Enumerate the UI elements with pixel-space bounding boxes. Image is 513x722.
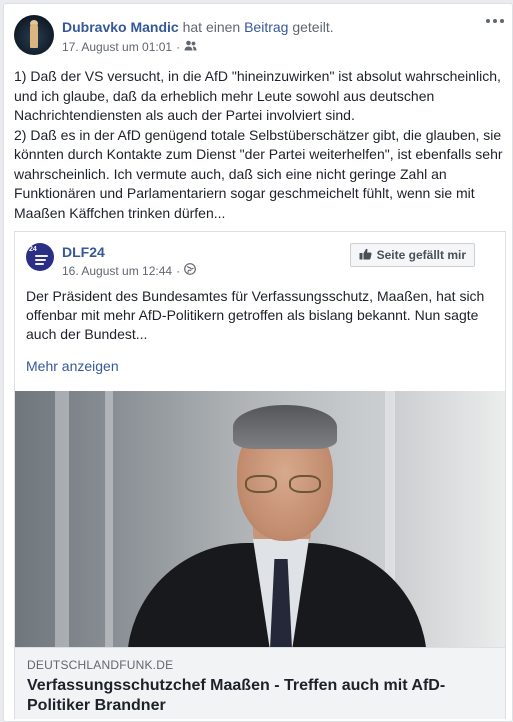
page-avatar[interactable]: 24 — [26, 243, 54, 271]
action-link[interactable]: Beitrag — [244, 19, 288, 35]
link-headline[interactable]: Verfassungsschutzchef Maaßen - Treffen a… — [27, 676, 447, 716]
link-preview[interactable]: DEUTSCHLANDFUNK.DE Verfassungsschutzchef… — [15, 647, 505, 719]
post-text: 1) Daß der VS versucht, in die AfD "hine… — [14, 67, 508, 223]
more-options-icon[interactable] — [484, 13, 506, 29]
post-meta: 17. August um 01:01 · — [62, 40, 197, 54]
post-paragraph-1: 1) Daß der VS versucht, in die AfD "hine… — [14, 68, 501, 123]
see-more-link[interactable]: Mehr anzeigen — [26, 358, 119, 374]
shared-meta: 16. August um 12:44 · — [62, 263, 196, 278]
link-domain: DEUTSCHLANDFUNK.DE — [27, 658, 174, 672]
article-image[interactable] — [15, 391, 505, 647]
action-suffix: geteilt. — [292, 19, 334, 35]
shared-post: 24 DLF24 16. August um 12:44 · Seite gef… — [14, 231, 506, 719]
page-name[interactable]: DLF24 — [62, 244, 105, 260]
author-avatar[interactable] — [14, 15, 54, 55]
friends-icon[interactable] — [184, 40, 197, 54]
post-paragraph-2: 2) Daß es in der AfD genügend totale Sel… — [14, 126, 503, 221]
shared-excerpt: Der Präsident des Bundesamtes für Verfas… — [26, 288, 485, 342]
shared-timestamp[interactable]: 16. August um 12:44 — [62, 264, 172, 278]
thumbs-up-icon — [359, 248, 372, 263]
page-avatar-label: 24 — [29, 246, 37, 253]
meta-separator: · — [176, 40, 181, 54]
post-timestamp[interactable]: 17. August um 01:01 — [62, 40, 172, 54]
action-prefix: hat einen — [182, 19, 241, 35]
shared-meta-separator: · — [176, 263, 181, 278]
post-card: Dubravko Mandic hat einen Beitrag geteil… — [3, 3, 513, 722]
author-name[interactable]: Dubravko Mandic — [62, 19, 179, 35]
like-page-label: Seite gefällt mir — [376, 248, 466, 262]
globe-icon[interactable] — [184, 263, 196, 278]
like-page-button[interactable]: Seite gefällt mir — [349, 243, 475, 267]
post-header: Dubravko Mandic hat einen Beitrag geteil… — [62, 19, 334, 35]
